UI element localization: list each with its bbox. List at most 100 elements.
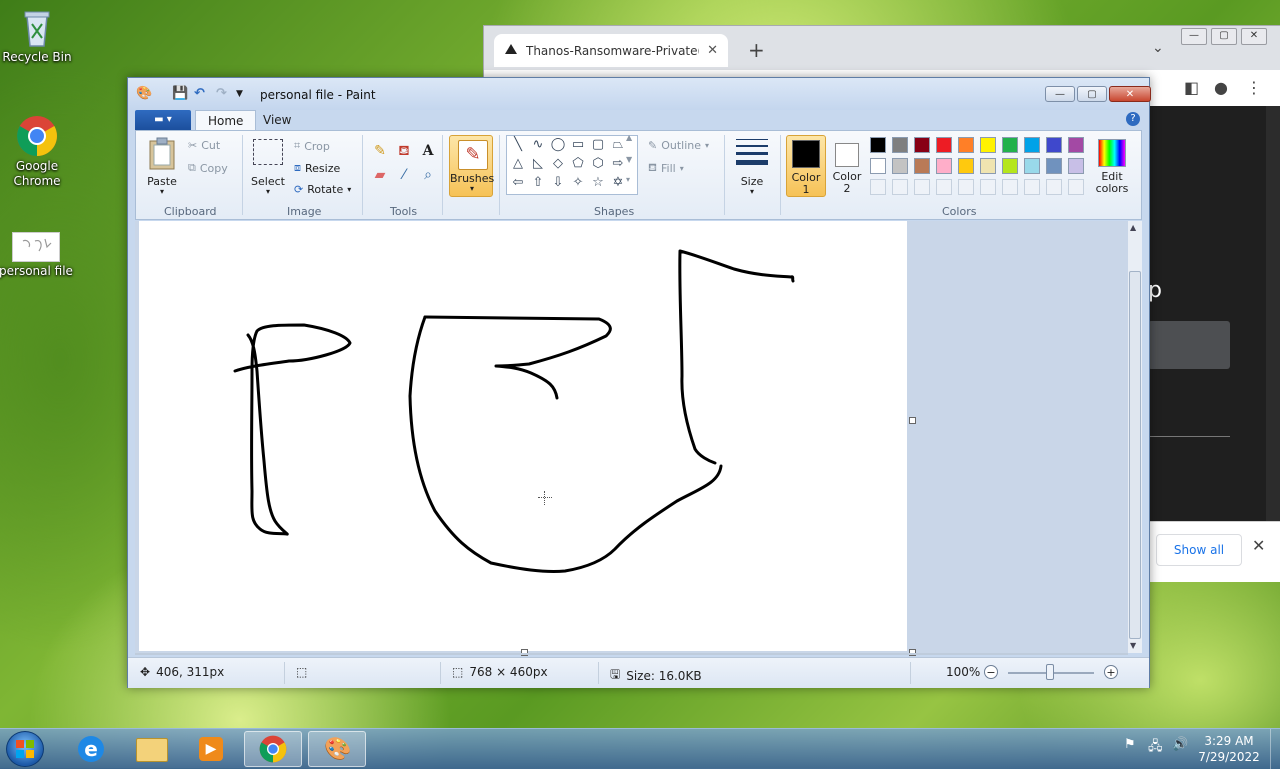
outline-button[interactable]: ✎ Outline ▾ <box>648 139 709 152</box>
color-swatch[interactable] <box>1046 137 1062 153</box>
taskbar-file-explorer[interactable] <box>122 731 180 767</box>
color-swatch[interactable] <box>892 137 908 153</box>
five-point-star-shape-icon[interactable]: ☆ <box>589 174 607 192</box>
left-arrow-shape-icon[interactable]: ⇦ <box>509 174 527 192</box>
color-picker-icon[interactable]: ⁄ <box>394 165 414 185</box>
text-icon[interactable]: A <box>418 141 438 161</box>
paste-button[interactable]: Paste ▾ <box>142 135 182 199</box>
action-center-flag-icon[interactable]: ⚑ <box>1124 737 1136 752</box>
hexagon-shape-icon[interactable]: ⬡ <box>589 155 607 173</box>
fill-button[interactable]: ⛾ Fill ▾ <box>648 161 684 176</box>
taskbar-google-chrome[interactable] <box>244 731 302 767</box>
right-triangle-shape-icon[interactable]: ◺ <box>529 155 547 173</box>
start-button[interactable] <box>6 731 44 767</box>
custom-color-slot[interactable] <box>958 179 974 195</box>
scroll-up-icon[interactable]: ▲ <box>1130 223 1136 232</box>
gallery-expand-icon[interactable]: ▾ <box>626 175 630 184</box>
customize-quick-access-icon[interactable]: ▼ <box>236 89 243 99</box>
shapes-gallery[interactable]: ╲ ∿ ◯ ▭ ▢ ⏢ △ ◺ ◇ ⬠ ⬡ ⇨ ⇦ ⇧ ⇩ ✧ ☆ ✡ <box>506 135 638 195</box>
size-button[interactable]: Size ▾ <box>732 135 772 199</box>
close-icon[interactable]: ✕ <box>1252 536 1265 555</box>
six-point-star-shape-icon[interactable]: ✡ <box>609 174 627 192</box>
custom-color-slot[interactable] <box>1002 179 1018 195</box>
scroll-down-icon[interactable]: ▼ <box>1130 641 1136 650</box>
color-swatch[interactable] <box>870 137 886 153</box>
custom-color-slot[interactable] <box>870 179 886 195</box>
rectangle-shape-icon[interactable]: ▭ <box>569 136 587 154</box>
oval-shape-icon[interactable]: ◯ <box>549 136 567 154</box>
vertical-scrollbar[interactable]: ▲ ▼ <box>1128 221 1142 653</box>
fill-bucket-icon[interactable]: ⛾ <box>394 141 414 161</box>
color-swatch[interactable] <box>1024 158 1040 174</box>
taskbar-internet-explorer[interactable]: e <box>62 731 120 767</box>
pencil-icon[interactable]: ✎ <box>370 141 390 161</box>
color-swatch[interactable] <box>936 137 952 153</box>
color-swatch[interactable] <box>1068 158 1084 174</box>
rounded-rectangle-shape-icon[interactable]: ▢ <box>589 136 607 154</box>
desktop-icon-personal-file[interactable]: personal file <box>0 232 75 279</box>
minimize-button[interactable]: — <box>1045 86 1075 102</box>
help-icon[interactable]: ? <box>1126 112 1140 126</box>
up-arrow-shape-icon[interactable]: ⇧ <box>529 174 547 192</box>
color-swatch[interactable] <box>958 137 974 153</box>
resize-handle-right[interactable] <box>909 417 916 424</box>
maximize-button[interactable]: ▢ <box>1211 28 1237 45</box>
color-swatch[interactable] <box>1002 137 1018 153</box>
taskbar-paint[interactable]: 🎨 <box>308 731 366 767</box>
pentagon-shape-icon[interactable]: ⬠ <box>569 155 587 173</box>
color-swatch[interactable] <box>936 158 952 174</box>
close-button[interactable]: ✕ <box>1109 86 1151 102</box>
taskbar-media-player[interactable]: ▶ <box>182 731 240 767</box>
right-arrow-shape-icon[interactable]: ⇨ <box>609 155 627 173</box>
edit-colors-button[interactable]: Edit colors <box>1092 135 1132 197</box>
custom-color-slot[interactable] <box>1068 179 1084 195</box>
show-all-button[interactable]: Show all <box>1156 534 1242 566</box>
tab-view[interactable]: View <box>251 110 303 130</box>
color-swatch[interactable] <box>1024 137 1040 153</box>
desktop-icon-google-chrome[interactable]: Google Chrome <box>0 115 76 189</box>
color-swatch[interactable] <box>980 158 996 174</box>
color-swatch[interactable] <box>958 158 974 174</box>
system-clock[interactable]: 3:29 AM 7/29/2022 <box>1196 733 1262 765</box>
diamond-shape-icon[interactable]: ◇ <box>549 155 567 173</box>
custom-color-slot[interactable] <box>914 179 930 195</box>
zoom-out-button[interactable]: − <box>984 665 998 679</box>
tab-home[interactable]: Home <box>195 110 257 130</box>
tab-close-icon[interactable]: ✕ <box>707 43 718 58</box>
four-point-star-shape-icon[interactable]: ✧ <box>569 174 587 192</box>
color-swatch[interactable] <box>914 137 930 153</box>
down-arrow-shape-icon[interactable]: ⇩ <box>549 174 567 192</box>
paint-app-icon[interactable]: 🎨 <box>136 86 152 101</box>
new-tab-button[interactable]: + <box>748 38 765 62</box>
custom-color-slot[interactable] <box>1046 179 1062 195</box>
maximize-button[interactable]: ▢ <box>1077 86 1107 102</box>
horizontal-scrollbar[interactable] <box>135 653 1128 655</box>
color-swatch[interactable] <box>980 137 996 153</box>
show-desktop-button[interactable] <box>1270 729 1280 769</box>
network-icon[interactable]: 🖧 <box>1148 737 1163 759</box>
magnifier-icon[interactable]: ⌕ <box>418 165 438 185</box>
color-swatch[interactable] <box>1068 137 1084 153</box>
brushes-button[interactable]: ✎ Brushes ▾ <box>449 135 494 197</box>
close-button[interactable]: ✕ <box>1241 28 1267 45</box>
undo-icon[interactable]: ↶ <box>194 86 205 101</box>
zoom-in-button[interactable]: + <box>1104 665 1118 679</box>
volume-icon[interactable]: 🔊 <box>1172 737 1188 752</box>
color-swatch[interactable] <box>1002 158 1018 174</box>
title-bar[interactable]: 🎨 💾 ↶ ↷ ▼ personal file - Paint — ▢ ✕ <box>128 78 1151 110</box>
custom-color-slot[interactable] <box>936 179 952 195</box>
side-panel-icon[interactable]: ◧ <box>1184 78 1199 97</box>
curve-shape-icon[interactable]: ∿ <box>529 136 547 154</box>
resize-button[interactable]: ⧈ Resize <box>294 161 340 175</box>
color-swatch[interactable] <box>892 158 908 174</box>
custom-color-slot[interactable] <box>980 179 996 195</box>
cut-button[interactable]: ✂ Cut <box>188 139 220 152</box>
color-swatch[interactable] <box>870 158 886 174</box>
copy-button[interactable]: ⧉ Copy <box>188 161 228 175</box>
color-swatch[interactable] <box>1046 158 1062 174</box>
color-swatch[interactable] <box>914 158 930 174</box>
file-menu-button[interactable]: ▬ ▾ <box>135 110 191 130</box>
crop-button[interactable]: ⌗ Crop <box>294 139 330 153</box>
profile-icon[interactable]: ● <box>1214 78 1228 97</box>
redo-icon[interactable]: ↷ <box>216 86 227 101</box>
